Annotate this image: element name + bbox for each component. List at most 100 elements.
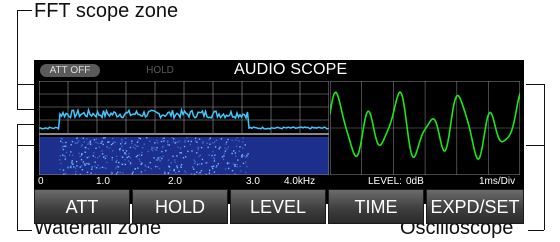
waterfall-pixel (104, 137, 106, 139)
waterfall-pixel (207, 146, 209, 149)
waterfall-pixel (102, 156, 105, 158)
waterfall-pixel (213, 157, 215, 159)
waterfall-pixel (116, 165, 118, 168)
waterfall-pixel (105, 167, 107, 169)
waterfall-pixel (65, 151, 68, 154)
waterfall-pixel (162, 155, 164, 157)
waterfall-pixel (125, 150, 128, 152)
waterfall-pixel (238, 140, 240, 142)
waterfall-pixel (98, 146, 101, 148)
waterfall-pixel (160, 140, 163, 143)
expd-set-button[interactable]: EXPD/SET (426, 189, 524, 224)
waterfall-pixel (86, 162, 88, 165)
waterfall-pixel (204, 162, 207, 164)
waterfall-pixel (209, 143, 211, 145)
att-button[interactable]: ATT (34, 189, 130, 224)
waterfall-pixel (62, 169, 65, 171)
waterfall-pixel (174, 161, 176, 163)
waterfall-pixel (93, 152, 95, 154)
waterfall-pixel (71, 160, 73, 162)
waterfall-pixel (134, 144, 136, 146)
waterfall-pixel (211, 154, 213, 157)
waterfall-pixel (110, 143, 113, 146)
waterfall-pixel (129, 163, 132, 165)
waterfall-pixel (138, 158, 140, 160)
hold-button[interactable]: HOLD (132, 189, 228, 224)
waterfall-pixel (104, 155, 106, 157)
waterfall-pixel (168, 144, 170, 146)
waterfall-pixel (94, 161, 96, 163)
waterfall-pixel (176, 141, 179, 143)
waterfall-pixel (242, 137, 244, 139)
waterfall-pixel (185, 171, 187, 174)
waterfall-pixel (149, 140, 151, 142)
waterfall-pixel (86, 138, 88, 140)
waterfall-pixel (223, 152, 226, 155)
waterfall-pixel (180, 163, 183, 166)
waterfall-pixel (61, 141, 64, 144)
waterfall-pixel (214, 141, 216, 143)
waterfall-pixel (173, 138, 175, 140)
waterfall-pixel (95, 147, 97, 149)
waterfall-pixel (112, 137, 114, 140)
waterfall-pixel (87, 148, 90, 150)
waterfall-pixel (187, 150, 189, 153)
time-button[interactable]: TIME (328, 189, 424, 224)
waterfall-pixel (245, 156, 247, 159)
waterfall-pixel (154, 148, 157, 151)
waterfall-pixel (89, 140, 92, 142)
waterfall-pixel (156, 166, 159, 168)
waterfall-pixel (196, 152, 198, 154)
waterfall-pixel (192, 166, 194, 169)
waterfall-pixel (200, 146, 203, 149)
waterfall-pixel (117, 166, 120, 168)
waterfall-pixel (111, 159, 113, 161)
waterfall-pixel (60, 137, 62, 140)
waterfall-pixel (110, 171, 113, 173)
waterfall-pixel (62, 148, 65, 151)
freq-tick-3: 3.0 (246, 176, 260, 187)
waterfall-pixel (63, 154, 66, 157)
waterfall-pixel (149, 161, 151, 164)
waterfall-pixel (189, 143, 191, 146)
waterfall-pixel (88, 142, 90, 144)
waterfall-pixel (121, 163, 123, 165)
waterfall-pixel (155, 165, 157, 168)
waterfall-pixel (136, 154, 139, 157)
level-button[interactable]: LEVEL (230, 189, 326, 224)
waterfall-pixel (147, 150, 149, 153)
waterfall-pixel (194, 160, 196, 163)
waterfall-pixel (172, 155, 174, 157)
waterfall-pixel (176, 165, 178, 167)
waterfall-pixel (124, 152, 126, 154)
waterfall-pixel (83, 151, 86, 153)
waterfall-pixel (201, 158, 204, 161)
waterfall-pixel (88, 163, 90, 165)
waterfall-pixel (234, 152, 237, 154)
waterfall-pixel (196, 171, 198, 173)
waterfall-pixel (89, 143, 92, 146)
waterfall-pixel (129, 146, 132, 149)
waterfall-pixel (227, 138, 229, 141)
waterfall-pixel (97, 157, 99, 159)
waterfall-pixel (127, 160, 130, 162)
waterfall-pixel (177, 146, 179, 148)
waterfall-pixel (208, 154, 210, 156)
osc-callout-bracket (526, 84, 544, 146)
waterfall-pixel (146, 137, 148, 139)
waterfall-pixel (103, 166, 105, 169)
waterfall-pixel (240, 170, 242, 172)
waterfall-pixel (231, 152, 233, 155)
waterfall-pixel (154, 142, 156, 144)
waterfall-pixel (212, 165, 215, 167)
waterfall-pixel (215, 139, 218, 141)
waterfall-pixel (70, 151, 72, 153)
waterfall-pixel (124, 143, 126, 145)
waterfall-pixel (163, 137, 165, 139)
waterfall-pixel (124, 159, 126, 161)
waterfall-pixel (212, 142, 214, 144)
waterfall-pixel (134, 168, 137, 170)
waterfall-pixel (132, 146, 135, 148)
waterfall-pixel (167, 172, 170, 174)
waterfall-pixel (80, 159, 83, 161)
